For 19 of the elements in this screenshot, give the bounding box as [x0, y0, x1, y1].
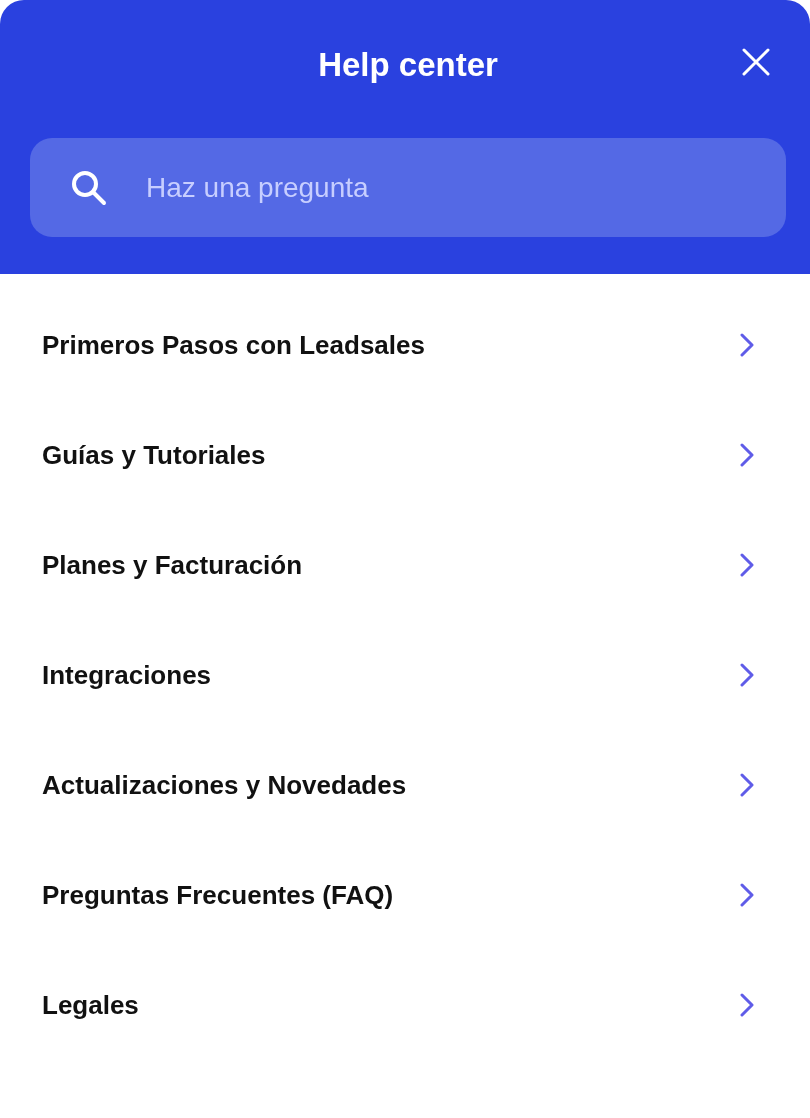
close-button[interactable] — [742, 48, 770, 76]
category-link[interactable]: Preguntas Frecuentes (FAQ) — [0, 840, 810, 950]
search-icon — [70, 169, 108, 207]
chevron-right-icon — [740, 553, 754, 577]
close-icon — [742, 48, 770, 76]
window-title: Help center — [318, 46, 498, 84]
category-link[interactable]: Planes y Facturación — [0, 510, 810, 620]
chevron-right-icon — [740, 333, 754, 357]
chevron-right-icon — [740, 993, 754, 1017]
chevron-right-icon — [740, 883, 754, 907]
category-link[interactable]: Primeros Pasos con Leadsales — [0, 290, 810, 400]
category-link[interactable]: Actualizaciones y Novedades — [0, 730, 810, 840]
category-link[interactable]: Legales — [0, 950, 810, 1060]
chevron-right-icon — [740, 773, 754, 797]
search-field[interactable]: Haz una pregunta — [30, 138, 786, 237]
category-link[interactable]: Guías y Tutoriales — [0, 400, 810, 510]
chevron-right-icon — [740, 443, 754, 467]
category-link[interactable]: Integraciones — [0, 620, 810, 730]
chevron-right-icon — [740, 663, 754, 687]
